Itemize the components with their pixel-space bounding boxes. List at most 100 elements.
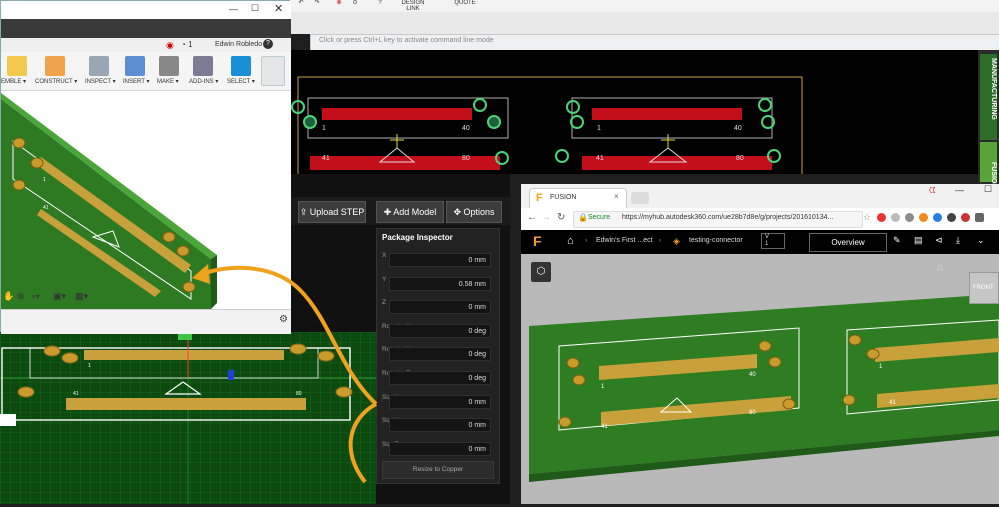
add-model-label: Add Model: [393, 207, 437, 217]
construct-icon[interactable]: [45, 56, 65, 76]
pin-label: 40: [462, 125, 470, 132]
user-name[interactable]: Edwin Robledo: [215, 41, 262, 48]
pin-label: 41: [43, 205, 49, 211]
extension-icon[interactable]: [933, 213, 942, 222]
eagle-board-drawing: 1 40 41 80 1 40 41 80: [291, 76, 803, 181]
record-icon[interactable]: ◉: [166, 40, 174, 51]
assemble-icon[interactable]: [7, 56, 27, 76]
go-icon[interactable]: ⊙: [350, 0, 360, 12]
inspector-field-input[interactable]: 0 deg: [389, 347, 491, 362]
plus-icon: ✚: [383, 207, 394, 217]
job-status-icon[interactable]: ◔ 1: [181, 40, 193, 49]
inspector-field-input[interactable]: 0 mm: [389, 253, 491, 267]
inspector-field-input[interactable]: 0 deg: [389, 371, 491, 385]
pin-label: 40: [749, 372, 756, 378]
pin-label: 41: [889, 400, 896, 406]
home-view-icon[interactable]: ⌂: [937, 262, 943, 273]
inspector-field-input[interactable]: 0.58 mm: [389, 276, 491, 291]
orbit-icon[interactable]: ⊛: [17, 291, 25, 302]
add-model-button[interactable]: ✚ Add Model: [376, 201, 444, 223]
extension-icon[interactable]: [947, 213, 956, 222]
ribbon-inspect[interactable]: INSPECT ▾: [85, 78, 116, 85]
model-browser-icon[interactable]: ⬡: [531, 262, 551, 282]
breadcrumb-file[interactable]: testing-connector: [689, 237, 743, 244]
insert-icon[interactable]: [125, 56, 145, 76]
close-icon[interactable]: ✕: [274, 2, 283, 15]
more-chevron-icon[interactable]: ⌄: [977, 235, 985, 246]
overview-button[interactable]: Overview: [809, 233, 887, 252]
inspector-field-input[interactable]: 0 mm: [389, 300, 491, 315]
share-icon[interactable]: ⊲: [935, 235, 943, 246]
a360-viewer[interactable]: 1 40 41 80 1 41 ⬡ ⌂ FRONT: [521, 254, 999, 504]
pan-icon[interactable]: ✋: [3, 291, 14, 302]
options-label: Options: [463, 207, 495, 217]
fusion-logo-icon[interactable]: F: [533, 233, 542, 249]
grid-icon[interactable]: ▦▾: [75, 291, 88, 302]
display-icon[interactable]: ▣▾: [53, 291, 66, 302]
fusion-user-bar: ◉ ◔ 1 Edwin Robledo ?: [1, 38, 291, 52]
extension-icon[interactable]: [975, 213, 984, 222]
tab-close-icon[interactable]: ×: [614, 192, 619, 201]
maximize-icon[interactable]: ☐: [984, 184, 992, 195]
manufacturing-tab-label: MANUFACTURING: [990, 58, 997, 120]
inspector-field-input[interactable]: 0 mm: [389, 441, 491, 456]
fusion-ribbon: EMBLE ▾ CONSTRUCT ▾ INSPECT ▾ INSERT ▾ M…: [1, 52, 291, 91]
comment-icon[interactable]: ▤: [914, 235, 923, 246]
select-icon[interactable]: [231, 56, 251, 76]
options-button[interactable]: ✥ Options: [446, 201, 502, 223]
inspector-field-input[interactable]: 0 mm: [389, 394, 491, 409]
ribbon-add-ins[interactable]: ADD-INS ▾: [189, 78, 218, 85]
opera-icon[interactable]: [877, 213, 886, 222]
maximize-icon[interactable]: ☐: [251, 3, 259, 14]
forward-icon[interactable]: →: [541, 212, 551, 223]
bookmark-star-icon[interactable]: ☆: [863, 212, 871, 223]
address-bar[interactable]: 🔒 Secure https://myhub.autodesk360.com/u…: [573, 211, 863, 228]
ribbon-make[interactable]: MAKE ▾: [157, 78, 179, 85]
help-icon[interactable]: ?: [263, 39, 273, 49]
make-icon[interactable]: [159, 56, 179, 76]
back-icon[interactable]: ←: [527, 212, 537, 223]
inspector-row-rotationx: RotationX0 deg: [377, 318, 499, 340]
edit-icon[interactable]: ✎: [893, 235, 901, 246]
add-ins-icon[interactable]: [193, 56, 213, 76]
ribbon-construct[interactable]: CONSTRUCT ▾: [35, 78, 77, 85]
resize-to-copper-button[interactable]: Resize to Copper: [382, 461, 494, 479]
new-tab-button[interactable]: [631, 192, 649, 204]
chrome-tab-active[interactable]: F FUSION ×: [529, 188, 627, 209]
breadcrumb-project[interactable]: Edwin's First ...ect: [596, 237, 653, 244]
ribbon-assemble[interactable]: EMBLE ▾: [1, 78, 26, 85]
extension-icon[interactable]: [919, 213, 928, 222]
extension-icon[interactable]: [961, 213, 970, 222]
ribbon-insert[interactable]: INSERT ▾: [123, 78, 149, 85]
annotation-arrow: [192, 264, 378, 484]
minimize-icon[interactable]: —: [229, 4, 238, 14]
download-icon[interactable]: ⤓: [956, 235, 960, 246]
upload-step-button[interactable]: ⇪ Upload STEP: [298, 201, 366, 223]
inspect-icon[interactable]: [89, 56, 109, 76]
undo-icon[interactable]: ↶: [296, 0, 306, 12]
extension-icon[interactable]: [905, 213, 914, 222]
view-cube-icon[interactable]: FRONT: [969, 272, 999, 304]
chrome-tab-title: FUSION: [550, 194, 577, 201]
lock-icon: 🔒: [578, 213, 588, 222]
stop-icon[interactable]: ⊗: [334, 0, 344, 12]
redo-icon[interactable]: ↷: [312, 0, 322, 12]
fusion-tab-bar: [1, 19, 291, 38]
design-link-button[interactable]: DESIGN LINK: [398, 0, 428, 12]
profile-icon[interactable]: ᗧ: [929, 186, 936, 196]
reload-icon[interactable]: ↻: [557, 212, 565, 223]
view-cube-icon[interactable]: [261, 56, 285, 86]
minimize-icon[interactable]: —: [955, 185, 964, 195]
zoom-icon[interactable]: ⌕▾: [31, 291, 40, 302]
ribbon-select[interactable]: SELECT ▾: [227, 78, 255, 85]
quote-button[interactable]: QUOTE: [450, 0, 480, 12]
eagle-board-canvas[interactable]: 1 40 41 80 1 40 41 80: [290, 50, 978, 181]
extension-icon[interactable]: [891, 213, 900, 222]
url-text: https://myhub.autodesk360.com/ue28b7d8e/…: [622, 214, 834, 221]
inspector-field-input[interactable]: 0 mm: [389, 418, 491, 433]
inspector-field-input[interactable]: 0 deg: [389, 323, 491, 338]
home-icon[interactable]: ⌂: [567, 235, 574, 247]
command-line-input[interactable]: Click or press Ctrl+L key to activate co…: [310, 34, 999, 51]
version-dropdown[interactable]: V 1: [761, 233, 785, 249]
help-icon[interactable]: ?: [375, 0, 385, 12]
